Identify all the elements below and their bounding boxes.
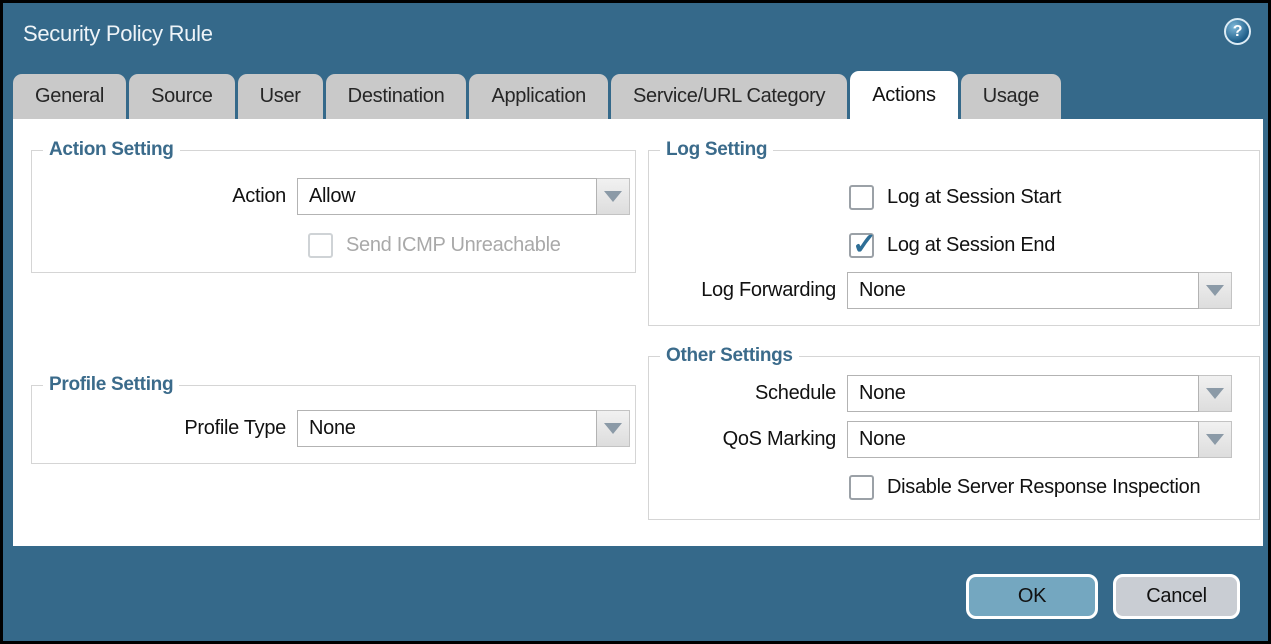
action-setting-group: Action Setting Action Allow Send ICMP Un… [31, 150, 636, 273]
tab-user[interactable]: User [238, 74, 323, 119]
tab-actions[interactable]: Actions [850, 71, 958, 119]
qos-marking-label: QoS Marking [649, 428, 847, 451]
log-session-start-checkbox[interactable] [849, 185, 874, 210]
schedule-label: Schedule [649, 382, 847, 405]
log-forwarding-label: Log Forwarding [649, 279, 847, 302]
tab-general[interactable]: General [13, 74, 126, 119]
chevron-down-icon [604, 423, 622, 434]
dialog-title: Security Policy Rule [23, 21, 213, 47]
disable-server-response-inspection-checkbox[interactable] [849, 475, 874, 500]
other-settings-legend: Other Settings [660, 345, 799, 367]
profile-type-value[interactable]: None [297, 410, 597, 447]
action-label: Action [32, 185, 297, 208]
action-dropdown-button[interactable] [597, 178, 630, 215]
tab-bar: General Source User Destination Applicat… [13, 71, 1061, 119]
cancel-button[interactable]: Cancel [1113, 574, 1240, 619]
log-forwarding-dropdown-button[interactable] [1199, 272, 1232, 309]
chevron-down-icon [1206, 388, 1224, 399]
qos-marking-dropdown-button[interactable] [1199, 421, 1232, 458]
content-panel: Action Setting Action Allow Send ICMP Un… [13, 119, 1263, 546]
schedule-dropdown-button[interactable] [1199, 375, 1232, 412]
log-session-end-label: Log at Session End [874, 234, 1055, 257]
action-value[interactable]: Allow [297, 178, 597, 215]
tab-service-url-category[interactable]: Service/URL Category [611, 74, 847, 119]
disable-server-response-inspection-label: Disable Server Response Inspection [874, 476, 1200, 499]
profile-setting-legend: Profile Setting [43, 374, 179, 396]
help-icon[interactable]: ? [1224, 18, 1251, 45]
log-session-end-checkbox[interactable] [849, 233, 874, 258]
security-policy-rule-dialog: Security Policy Rule ? General Source Us… [0, 0, 1271, 644]
schedule-value[interactable]: None [847, 375, 1199, 412]
log-setting-legend: Log Setting [660, 139, 773, 161]
action-dropdown[interactable]: Allow [297, 178, 630, 215]
action-setting-legend: Action Setting [43, 139, 180, 161]
log-forwarding-value[interactable]: None [847, 272, 1199, 309]
schedule-dropdown[interactable]: None [847, 375, 1232, 412]
tab-source[interactable]: Source [129, 74, 235, 119]
qos-marking-dropdown[interactable]: None [847, 421, 1232, 458]
tab-application[interactable]: Application [469, 74, 608, 119]
chevron-down-icon [604, 191, 622, 202]
tab-destination[interactable]: Destination [326, 74, 467, 119]
ok-button[interactable]: OK [966, 574, 1098, 619]
log-forwarding-dropdown[interactable]: None [847, 272, 1232, 309]
chevron-down-icon [1206, 285, 1224, 296]
log-session-start-label: Log at Session Start [874, 186, 1061, 209]
send-icmp-unreachable-label: Send ICMP Unreachable [333, 234, 561, 257]
tab-usage[interactable]: Usage [961, 74, 1061, 119]
chevron-down-icon [1206, 434, 1224, 445]
qos-marking-value[interactable]: None [847, 421, 1199, 458]
other-settings-group: Other Settings Schedule None QoS Marking… [648, 356, 1260, 520]
profile-type-dropdown[interactable]: None [297, 410, 630, 447]
profile-type-label: Profile Type [32, 417, 297, 440]
send-icmp-unreachable-checkbox [308, 233, 333, 258]
profile-type-dropdown-button[interactable] [597, 410, 630, 447]
profile-setting-group: Profile Setting Profile Type None [31, 385, 636, 464]
log-setting-group: Log Setting Log at Session Start Log at … [648, 150, 1260, 326]
